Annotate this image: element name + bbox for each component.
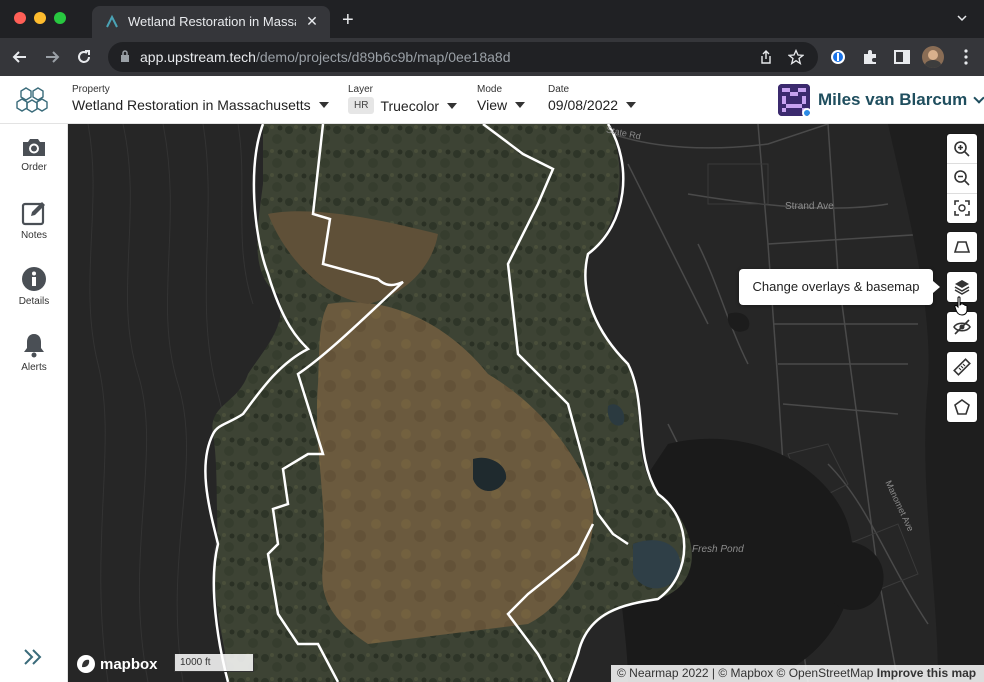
sidebar-label-alerts: Alerts	[21, 362, 47, 373]
chevron-down-icon	[973, 92, 984, 104]
side-panel-icon[interactable]	[892, 47, 912, 67]
edit-icon	[21, 202, 45, 226]
mapbox-logo[interactable]: mapbox	[76, 654, 158, 674]
info-icon	[22, 267, 46, 291]
profile-avatar[interactable]	[922, 46, 944, 68]
favicon-icon	[106, 14, 118, 28]
layers-icon	[954, 280, 970, 295]
ruler-icon	[953, 358, 971, 376]
chevron-down-icon	[626, 102, 637, 108]
share-icon[interactable]	[758, 49, 774, 65]
browser-window: Wetland Restoration in Massac ✕ + app.up…	[0, 0, 984, 76]
sidebar-item-details[interactable]: Details	[0, 266, 68, 307]
password-manager-icon[interactable]	[828, 47, 848, 67]
resolution-badge: HR	[348, 97, 375, 114]
tab-search-icon[interactable]	[956, 12, 968, 24]
mode-value: View	[477, 97, 508, 113]
polygon-icon	[954, 399, 970, 415]
sidebar-item-order[interactable]: Order	[0, 136, 68, 173]
scale-bar: 1000 ft	[174, 654, 254, 672]
date-value: 09/08/2022	[548, 97, 619, 113]
extensions-icon[interactable]	[860, 47, 880, 67]
mapbox-label: mapbox	[100, 655, 158, 673]
browser-toolbar: app.upstream.tech/demo/projects/d89b6c9b…	[0, 38, 984, 76]
chevron-down-icon	[515, 102, 526, 108]
zoom-in-button[interactable]	[947, 134, 977, 163]
layers-tooltip: Change overlays & basemap	[739, 269, 933, 305]
zoom-controls	[947, 134, 977, 223]
date-label: Date	[548, 84, 570, 95]
map-attribution: © Nearmap 2022 | © Mapbox © OpenStreetMa…	[611, 665, 984, 682]
mapbox-icon	[77, 655, 95, 673]
zoom-in-icon	[954, 140, 970, 157]
app-header: Property Wetland Restoration in Massachu…	[0, 76, 984, 124]
date-selector[interactable]: Date 09/08/2022	[548, 84, 637, 113]
sidebar-label-order: Order	[21, 162, 47, 173]
tab-title: Wetland Restoration in Massac	[128, 14, 296, 29]
sidebar-label-details: Details	[18, 296, 50, 307]
fit-bounds-icon	[954, 200, 970, 216]
sidebar-label-notes: Notes	[20, 230, 48, 241]
sidebar: Order Notes Details Alerts	[0, 124, 68, 682]
sidebar-item-alerts[interactable]: Alerts	[0, 332, 68, 373]
url-text: app.upstream.tech/demo/projects/d89b6c9b…	[140, 49, 511, 65]
property-selector[interactable]: Property Wetland Restoration in Massachu…	[72, 84, 329, 113]
lock-icon	[121, 50, 129, 62]
layer-value: Truecolor	[380, 97, 440, 114]
measure-button[interactable]	[947, 352, 977, 382]
mode-selector[interactable]: Mode View	[477, 84, 526, 113]
tab-close-icon[interactable]: ✕	[304, 13, 320, 29]
address-bar[interactable]: app.upstream.tech/demo/projects/d89b6c9b…	[108, 42, 818, 72]
hand-cursor-icon	[954, 296, 968, 316]
layer-selector[interactable]: Layer HR Truecolor	[348, 84, 458, 114]
browser-tab[interactable]: Wetland Restoration in Massac ✕	[92, 6, 330, 38]
status-dot	[802, 108, 810, 116]
zoom-out-icon	[954, 170, 970, 186]
user-avatar	[778, 84, 810, 116]
eye-off-icon	[953, 319, 971, 335]
new-tab-button[interactable]: +	[342, 10, 354, 30]
close-window-button[interactable]	[14, 12, 26, 24]
property-label: Property	[72, 84, 110, 95]
property-value: Wetland Restoration in Massachusetts	[72, 97, 311, 113]
tab-strip: Wetland Restoration in Massac ✕ +	[0, 0, 984, 38]
camera-icon	[23, 139, 45, 156]
maximize-window-button[interactable]	[54, 12, 66, 24]
minimize-window-button[interactable]	[34, 12, 46, 24]
back-icon[interactable]	[10, 47, 30, 67]
improve-map-link[interactable]: Improve this map	[877, 666, 976, 680]
browser-menu-icon[interactable]	[956, 47, 976, 67]
upstream-logo-icon[interactable]	[16, 86, 48, 114]
user-menu[interactable]: Miles van Blarcum	[778, 84, 984, 116]
chevron-down-icon	[318, 102, 329, 108]
reload-icon[interactable]	[74, 47, 94, 67]
attribution-text: © Nearmap 2022 | © Mapbox © OpenStreetMa…	[617, 666, 874, 680]
layer-label: Layer	[348, 84, 374, 95]
expand-sidebar-icon[interactable]	[22, 646, 44, 668]
fit-bounds-button[interactable]	[947, 193, 977, 222]
map-canvas	[87, 124, 984, 682]
user-name: Miles van Blarcum	[818, 90, 968, 109]
perspective-button[interactable]	[947, 232, 977, 262]
tooltip-arrow	[933, 281, 940, 293]
chevron-down-icon	[447, 102, 458, 109]
road-label-strand-ave: Strand Ave	[785, 201, 834, 212]
zoom-out-button[interactable]	[947, 163, 977, 192]
draw-polygon-button[interactable]	[947, 392, 977, 422]
water-label-fresh-pond: Fresh Pond	[692, 544, 744, 555]
map-view[interactable]: State Rd Strand Ave Manomet Ave Fresh Po…	[68, 124, 984, 682]
toggle-visibility-button[interactable]	[947, 312, 977, 342]
forward-icon[interactable]	[42, 47, 62, 67]
bell-icon	[24, 334, 44, 358]
mode-label: Mode	[477, 84, 503, 95]
sidebar-item-notes[interactable]: Notes	[0, 200, 68, 241]
bookmark-star-icon[interactable]	[788, 49, 804, 65]
perspective-icon	[953, 241, 971, 253]
